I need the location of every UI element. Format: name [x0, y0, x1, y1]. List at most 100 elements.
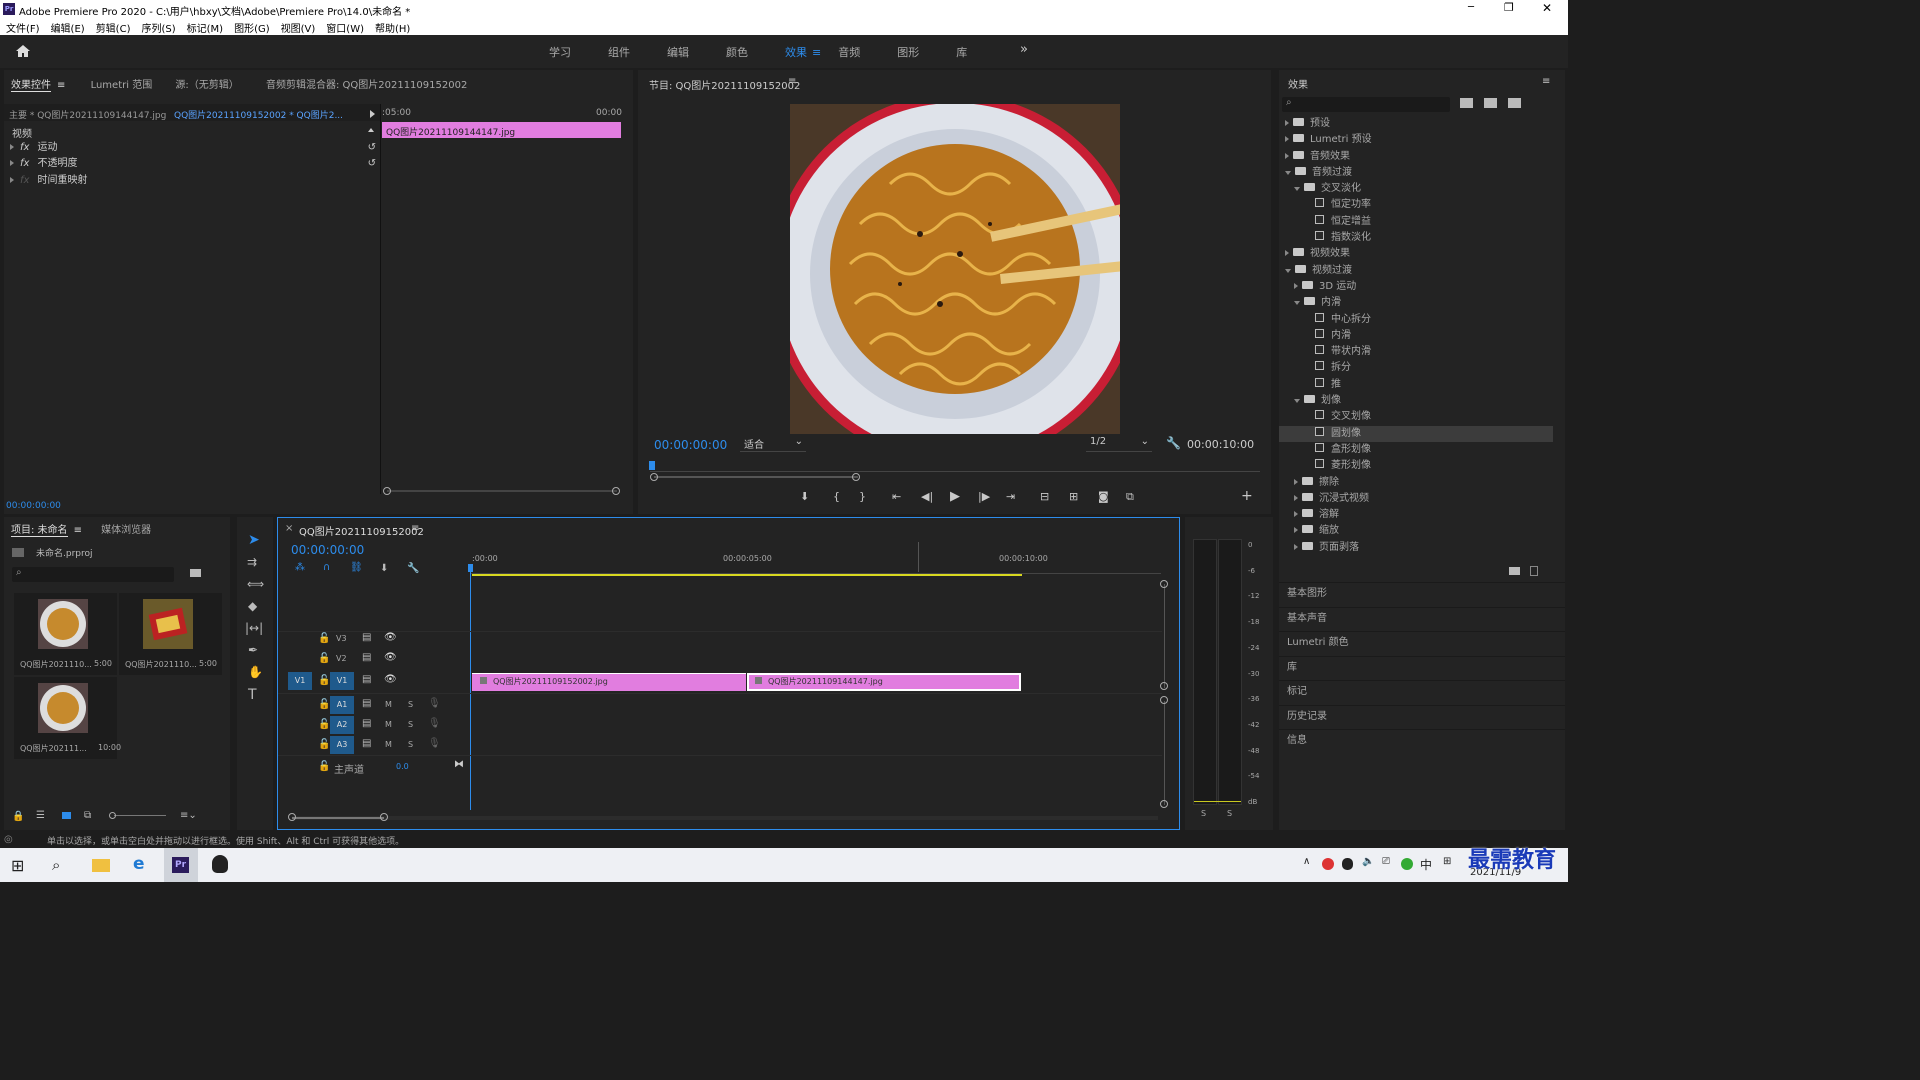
track-name[interactable]: V1	[330, 672, 354, 690]
resolution-dropdown[interactable]: 1/2 ⌄	[1086, 436, 1152, 452]
accelerated-effects-icon[interactable]	[1460, 98, 1473, 108]
play-clip-icon[interactable]	[370, 110, 375, 118]
sync-lock-icon[interactable]: ▤	[362, 738, 371, 749]
yuv-effects-icon[interactable]	[1508, 98, 1521, 108]
hand-tool-icon[interactable]: ✋	[248, 665, 263, 679]
workspace-tab[interactable]: 学习	[549, 44, 608, 60]
chevron-right-icon[interactable]	[1294, 511, 1298, 518]
chevron-right-icon[interactable]	[1294, 543, 1298, 550]
timeline-ruler[interactable]	[471, 566, 1161, 574]
menu-item[interactable]: 图形(G)	[234, 24, 270, 35]
maximize-button[interactable]: ❐	[1504, 1, 1514, 14]
menu-item[interactable]: 剪辑(C)	[96, 24, 131, 35]
sync-lock-icon[interactable]: ▤	[362, 718, 371, 729]
export-frame-camera-icon[interactable]: ◙	[1098, 490, 1109, 503]
panel-menu-icon[interactable]: ≡	[411, 523, 419, 534]
effect-item[interactable]: 带状内滑	[1279, 344, 1553, 360]
lock-icon[interactable]: 🔓	[318, 719, 330, 730]
file-explorer-icon[interactable]	[92, 859, 110, 872]
selection-tool-icon[interactable]: ➤	[248, 532, 260, 548]
timeline-settings-icon[interactable]: 🔧	[407, 563, 419, 574]
effects-folder[interactable]: 内滑	[1279, 295, 1553, 311]
chevron-right-icon[interactable]	[1285, 250, 1289, 257]
fx-row-opacity[interactable]: fx 不透明度 ↺	[4, 156, 380, 172]
menu-item[interactable]: 编辑(E)	[51, 24, 85, 35]
panel-section-header[interactable]: 基本图形	[1279, 582, 1565, 607]
search-icon[interactable]: ⌕	[52, 856, 60, 874]
effect-item[interactable]: 拆分	[1279, 360, 1553, 376]
mute-button[interactable]: M	[385, 720, 392, 729]
eye-icon[interactable]: 👁	[384, 674, 397, 685]
tab-lumetri-scopes[interactable]: Lumetri 范围	[91, 76, 153, 91]
tray-qq-icon[interactable]	[1342, 858, 1353, 870]
chevron-right-icon[interactable]	[1285, 152, 1289, 159]
timeline-tab[interactable]: QQ图片20211109152002	[299, 523, 424, 538]
effects-folder[interactable]: 音频过渡	[1279, 165, 1553, 181]
effects-folder[interactable]: Lumetri 预设	[1279, 132, 1553, 148]
windows-start-icon[interactable]: ⊞	[11, 856, 24, 875]
effect-item[interactable]: 内滑	[1279, 328, 1553, 344]
comparison-view-icon[interactable]: ⧉	[1126, 490, 1134, 504]
lock-icon[interactable]: 🔓	[318, 633, 330, 644]
insert-nest-icon[interactable]: ⁂	[295, 562, 305, 573]
playhead[interactable]	[470, 564, 471, 810]
eye-icon[interactable]: 👁	[384, 632, 397, 643]
delete-icon[interactable]	[1530, 566, 1538, 576]
chevron-right-icon[interactable]	[1285, 120, 1289, 126]
track-name[interactable]: A3	[330, 736, 354, 754]
panel-menu-icon[interactable]: ≡	[788, 76, 796, 87]
effect-item[interactable]: 恒定功率	[1279, 197, 1553, 213]
effect-item[interactable]: 圆划像	[1279, 425, 1553, 442]
workspace-tab[interactable]: 组件	[608, 44, 667, 60]
network-icon[interactable]: ⎚	[1382, 856, 1390, 867]
master-clip-label[interactable]: 主要 * QQ图片20211109144147.jpg	[9, 108, 166, 121]
effects-folder[interactable]: 交叉淡化	[1279, 181, 1553, 197]
effect-item[interactable]: 交叉划像	[1279, 409, 1553, 425]
fx-row-time-remap[interactable]: fx 时间重映射	[4, 173, 380, 189]
sequence-clip-label[interactable]: QQ图片20211109152002 * QQ图片2...	[174, 108, 343, 121]
tab-source[interactable]: 源:（无剪辑）	[175, 76, 238, 91]
effect-item[interactable]: 恒定增益	[1279, 214, 1553, 230]
volume-icon[interactable]: 🔈	[1362, 856, 1374, 867]
sync-lock-icon[interactable]: ▤	[362, 698, 371, 709]
effect-item[interactable]: 盒形划像	[1279, 442, 1553, 458]
effects-folder[interactable]: 页面剥落	[1279, 540, 1553, 556]
program-time-ruler[interactable]	[650, 462, 1260, 472]
menu-item[interactable]: 窗口(W)	[326, 24, 364, 35]
sync-lock-icon[interactable]: ▤	[362, 674, 371, 685]
sync-lock-icon[interactable]: ▤	[362, 632, 371, 643]
go-to-out-icon[interactable]: ⇥	[1006, 490, 1015, 503]
home-icon[interactable]	[15, 44, 31, 58]
ripple-edit-tool-icon[interactable]: ⟺	[247, 577, 264, 591]
project-search-input[interactable]: ⌕	[12, 567, 174, 582]
type-tool-icon[interactable]: T	[248, 687, 257, 703]
ec-zoom-scrollbar[interactable]	[387, 490, 617, 492]
sync-lock-icon[interactable]: ▤	[362, 652, 371, 663]
track-name[interactable]: V2	[336, 654, 347, 663]
effects-folder[interactable]: 划像	[1279, 393, 1553, 409]
lock-icon[interactable]: 🔓	[318, 675, 330, 686]
tray-app-icon[interactable]	[1322, 858, 1334, 870]
freeform-view-icon[interactable]: ⧉	[84, 810, 91, 821]
collapse-up-icon[interactable]	[368, 128, 374, 132]
tab-audio-clip-mixer[interactable]: 音频剪辑混合器: QQ图片20211109152002	[266, 76, 467, 91]
panel-section-header[interactable]: 历史记录	[1279, 704, 1565, 730]
mark-in-icon[interactable]: {	[833, 490, 840, 503]
icon-view-icon[interactable]	[62, 812, 71, 819]
master-volume-value[interactable]: 0.0	[396, 762, 409, 771]
track-name[interactable]: A1	[330, 696, 354, 714]
panel-section-header[interactable]: 库	[1279, 655, 1565, 681]
project-item[interactable]: QQ图片2021110... 5:00	[119, 593, 222, 675]
lift-icon[interactable]: ⊟	[1040, 490, 1049, 503]
workspace-tab[interactable]: 编辑	[667, 44, 726, 60]
step-forward-icon[interactable]: |▶	[978, 490, 990, 503]
fit-dropdown[interactable]: 适合 ⌄	[740, 436, 806, 452]
lock-icon[interactable]: 🔓	[318, 739, 330, 750]
lock-icon[interactable]: 🔓	[318, 653, 330, 664]
chevron-down-icon[interactable]	[1294, 301, 1300, 306]
menu-item[interactable]: 视图(V)	[281, 24, 316, 35]
go-to-end-icon[interactable]: ⧓	[454, 759, 464, 770]
chevron-down-icon[interactable]	[1285, 268, 1291, 273]
playhead-marker[interactable]	[649, 461, 655, 470]
play-icon[interactable]: ▶	[950, 489, 960, 504]
